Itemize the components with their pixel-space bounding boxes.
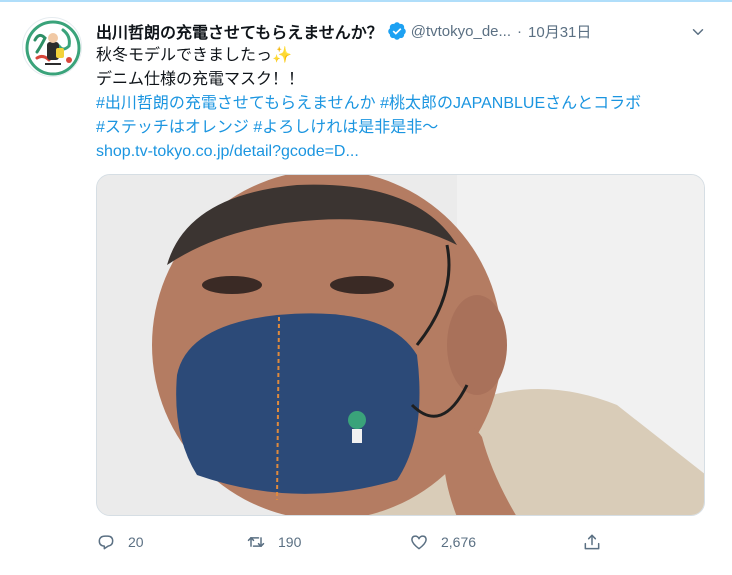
retweet-count: 190 [278, 534, 302, 550]
share-icon [584, 534, 600, 550]
photo-image [97, 175, 704, 515]
chevron-down-icon [692, 29, 704, 35]
tweet-card[interactable]: 出川哲朗の充電させてもらえませんか？ @tvtokyo_de... · 10月3… [0, 0, 732, 575]
reply-count: 20 [128, 534, 144, 550]
timestamp[interactable]: 10月31日 [528, 21, 591, 42]
tweet-line-2: デニム仕様の充電マスク！！ [96, 71, 305, 88]
share-button[interactable] [582, 528, 602, 556]
like-button[interactable]: 2,676 [409, 528, 476, 556]
tweet-text: 秋冬モデルできましたっ✨ デニム仕様の充電マスク！！ #出川哲朗の充電させてもら… [96, 44, 716, 164]
like-count: 2,676 [441, 534, 477, 550]
reply-button[interactable]: 20 [96, 528, 144, 556]
avatar-logo-icon [25, 20, 81, 76]
user-handle[interactable]: @tvtokyo_de... [411, 23, 511, 40]
tweet-actions: 20 190 2,676 [96, 528, 616, 556]
sparkles-emoji: ✨ [272, 47, 292, 64]
tweet-line-1-text: 秋冬モデルできましたっ [96, 47, 273, 64]
hashtag-line-1[interactable]: #出川哲朗の充電させてもらえませんか #桃太郎のJAPANBLUEさんとコラボ [96, 92, 716, 116]
top-border [0, 0, 732, 2]
verified-badge-icon [387, 21, 407, 41]
tweet-header: 出川哲朗の充電させてもらえませんか？ @tvtokyo_de... · 10月3… [96, 19, 591, 43]
reply-icon [98, 535, 114, 550]
tweet-photo[interactable] [96, 174, 705, 516]
shop-link[interactable]: shop.tv-tokyo.co.jp/detail?gcode=D... [96, 140, 716, 164]
hashtag-line-2[interactable]: #ステッチはオレンジ #よろしけれは是非是非〜 [96, 116, 716, 140]
avatar[interactable] [22, 17, 82, 77]
tweet-line-1: 秋冬モデルできましたっ✨ [96, 44, 716, 68]
more-options-button[interactable] [684, 18, 712, 46]
display-name[interactable]: 出川哲朗の充電させてもらえませんか？ [96, 19, 383, 43]
retweet-icon [247, 537, 265, 547]
separator-dot: · [517, 22, 523, 40]
retweet-button[interactable]: 190 [246, 528, 301, 556]
like-icon [411, 535, 427, 550]
